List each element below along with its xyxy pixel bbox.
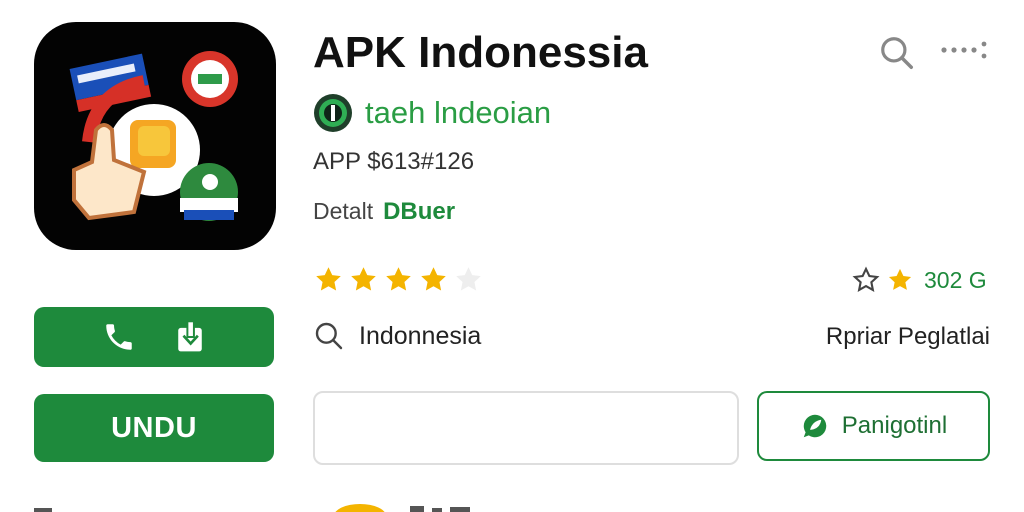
search-icon[interactable] bbox=[878, 34, 916, 72]
star-filled-icon bbox=[316, 267, 341, 291]
detail-row: Detalt DBuer bbox=[313, 198, 455, 226]
region-row[interactable]: Indonnesia bbox=[313, 320, 481, 352]
developer-name: taeh lndeoian bbox=[365, 95, 552, 130]
star-filled-icon bbox=[351, 267, 376, 291]
detail-value[interactable]: DBuer bbox=[383, 198, 455, 226]
rating-value: 302 G bbox=[924, 266, 987, 293]
phone-icon bbox=[106, 324, 132, 350]
action-link[interactable]: Rpriar Peglatlai bbox=[826, 323, 990, 351]
star-outline-icon[interactable] bbox=[852, 266, 880, 294]
rating-summary: 302 G bbox=[852, 266, 987, 294]
more-icon[interactable] bbox=[940, 38, 990, 62]
developer-row[interactable]: taeh lndeoian bbox=[313, 93, 551, 133]
outline-button[interactable]: Panigotinl bbox=[757, 391, 990, 461]
outline-button-label: Panigotinl bbox=[841, 412, 948, 439]
app-icon bbox=[34, 22, 276, 250]
text-input[interactable] bbox=[313, 391, 739, 465]
app-title: APK Indonessia bbox=[313, 28, 648, 77]
chat-leaf-icon bbox=[803, 414, 827, 438]
app-meta: APP $613#126 bbox=[313, 148, 475, 175]
star-filled-icon bbox=[888, 268, 912, 290]
detail-label: Detalt bbox=[313, 198, 374, 224]
star-empty-icon bbox=[456, 267, 481, 291]
region-label: Indonnesia bbox=[359, 321, 482, 350]
app-logo-art bbox=[69, 51, 238, 221]
call-button[interactable] bbox=[34, 307, 274, 367]
star-filled-icon bbox=[386, 267, 411, 291]
search-icon bbox=[315, 322, 343, 350]
download-button[interactable]: UNDU bbox=[34, 394, 274, 462]
download-icon bbox=[178, 320, 202, 352]
star-filled-icon bbox=[421, 267, 446, 291]
next-section-preview bbox=[34, 504, 470, 512]
rating-stars bbox=[313, 264, 484, 295]
developer-logo-icon bbox=[314, 94, 352, 132]
